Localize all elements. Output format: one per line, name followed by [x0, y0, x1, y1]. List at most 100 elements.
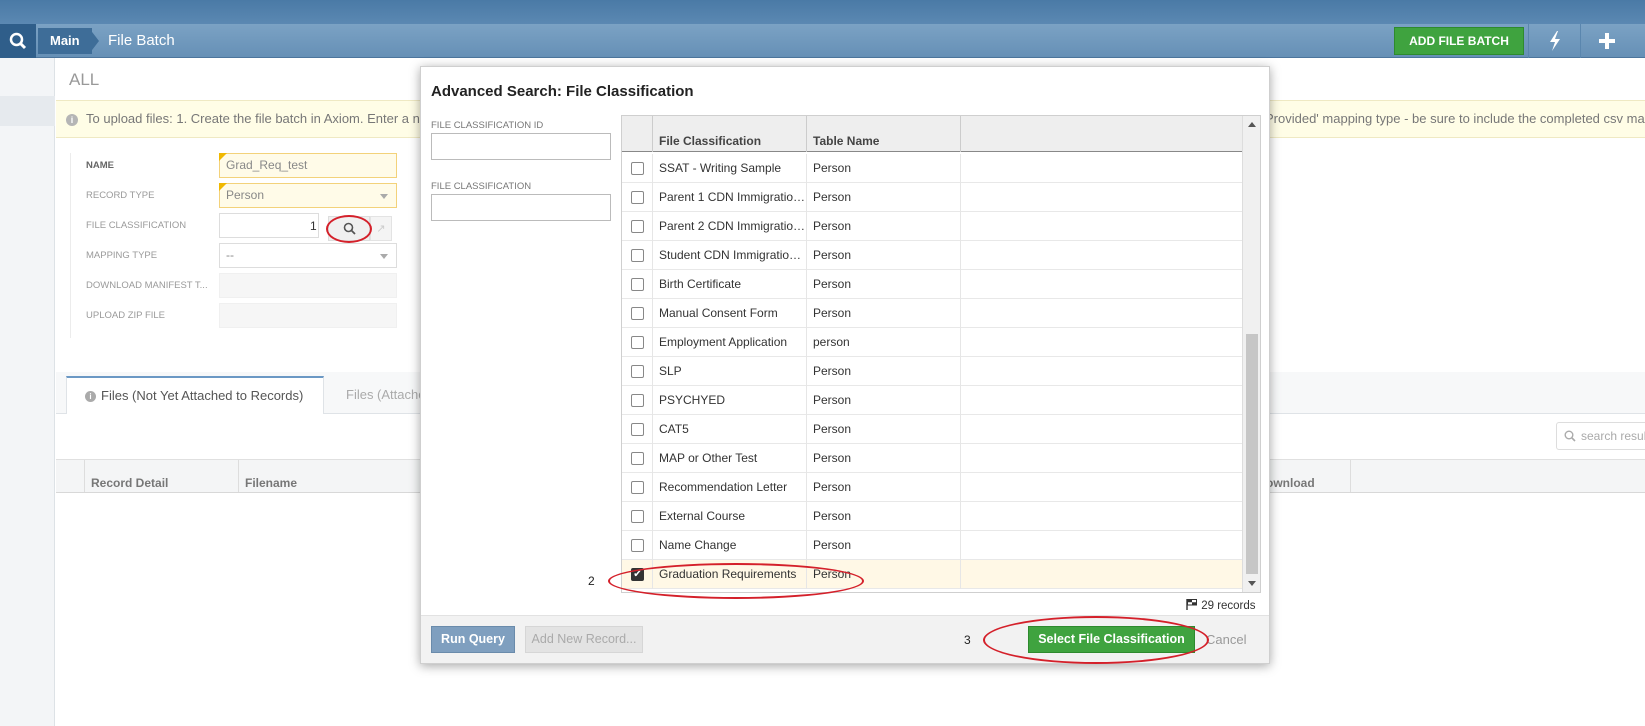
chevron-down-icon [380, 254, 388, 259]
row-checkbox-cell [622, 444, 652, 473]
row-checkbox[interactable] [631, 423, 644, 436]
result-row[interactable]: CAT5 Person [622, 415, 1242, 444]
cell-empty [960, 270, 1242, 299]
col-record-detail[interactable]: Record Detail [84, 460, 238, 492]
scroll-down-icon[interactable] [1248, 581, 1256, 586]
row-checkbox[interactable] [631, 510, 644, 523]
col-empty [960, 116, 1242, 152]
add-button[interactable] [1580, 24, 1632, 58]
row-checkbox[interactable] [631, 220, 644, 233]
result-row[interactable]: Student CDN Immigratio… Person [622, 241, 1242, 270]
cell-table-name: Person [806, 473, 960, 502]
cell-empty [960, 502, 1242, 531]
result-row[interactable]: SSAT - Writing Sample Person [622, 154, 1242, 183]
cell-empty [960, 183, 1242, 212]
breadcrumb-main[interactable]: Main [38, 28, 92, 54]
file-classification-label: FILE CLASSIFICATION [86, 220, 187, 231]
record-count: 29 records [1186, 599, 1256, 612]
file-classification-id-label: FILE CLASSIFICATION ID [431, 120, 544, 131]
mapping-type-select[interactable]: -- [219, 243, 397, 268]
annotation-circle-selected-row [608, 563, 864, 599]
result-row[interactable]: Parent 1 CDN Immigratio… Person [622, 183, 1242, 212]
results-scrollbar[interactable] [1242, 116, 1260, 592]
record-type-select[interactable]: Person [219, 183, 397, 208]
tab-files-not-attached[interactable]: i Files (Not Yet Attached to Records) [66, 376, 324, 414]
row-checkbox-cell [622, 154, 652, 183]
search-results-input[interactable]: search resul [1556, 422, 1645, 450]
record-type-row: RECORD TYPE Person [86, 183, 406, 209]
cell-file-classification: CAT5 [652, 415, 806, 444]
quick-action-button[interactable] [1528, 24, 1580, 58]
result-row[interactable]: Name Change Person [622, 531, 1242, 560]
col-table-name[interactable]: Table Name [806, 116, 960, 152]
cell-empty [960, 357, 1242, 386]
annotation-step-1: 1 [310, 219, 317, 233]
col-file-classification[interactable]: File Classification [652, 116, 806, 152]
row-checkbox-cell [622, 328, 652, 357]
run-query-button[interactable]: Run Query [431, 626, 515, 653]
search-results-placeholder: search resul [1581, 429, 1645, 443]
page-header: Main File Batch ADD FILE BATCH [0, 24, 1645, 58]
row-checkbox[interactable] [631, 539, 644, 552]
global-search-button[interactable] [0, 24, 36, 58]
result-row[interactable]: MAP or Other Test Person [622, 444, 1242, 473]
download-manifest-field [219, 273, 397, 298]
file-classification-filter-input[interactable] [431, 194, 611, 221]
tab-files-attached[interactable]: Files (Attache [346, 376, 425, 414]
col-download[interactable]: ownload [1260, 460, 1354, 492]
cell-file-classification: Recommendation Letter [652, 473, 806, 502]
cell-empty [960, 154, 1242, 183]
tab-files-not-attached-label: Files (Not Yet Attached to Records) [101, 388, 304, 403]
upload-instructions-text: To upload files: 1. Create the file batc… [86, 111, 420, 126]
results-grid: File Classification Table Name SSAT - Wr… [621, 115, 1261, 593]
name-field[interactable]: Grad_Req_test [219, 153, 397, 178]
result-row[interactable]: SLP Person [622, 357, 1242, 386]
scroll-thumb[interactable] [1246, 334, 1258, 574]
row-checkbox[interactable] [631, 336, 644, 349]
cell-file-classification: SLP [652, 357, 806, 386]
result-row[interactable]: PSYCHYED Person [622, 386, 1242, 415]
cell-file-classification: Employment Application [652, 328, 806, 357]
row-checkbox[interactable] [631, 481, 644, 494]
add-new-record-button: Add New Record... [525, 626, 643, 653]
select-column-header [622, 116, 652, 152]
cell-table-name: Person [806, 299, 960, 328]
add-file-batch-button[interactable]: ADD FILE BATCH [1394, 27, 1524, 55]
row-checkbox[interactable] [631, 249, 644, 262]
record-type-value: Person [226, 188, 265, 202]
result-row[interactable]: Parent 2 CDN Immigratio… Person [622, 212, 1242, 241]
result-row[interactable]: Manual Consent Form Person [622, 299, 1242, 328]
cell-table-name: Person [806, 531, 960, 560]
result-row[interactable]: Birth Certificate Person [622, 270, 1242, 299]
cell-file-classification: PSYCHYED [652, 386, 806, 415]
row-checkbox[interactable] [631, 452, 644, 465]
results-header: File Classification Table Name [622, 116, 1242, 152]
cell-file-classification: Student CDN Immigratio… [652, 241, 806, 270]
row-checkbox[interactable] [631, 191, 644, 204]
upload-zip-label: UPLOAD ZIP FILE [86, 310, 166, 321]
annotation-circle-select-button [983, 616, 1209, 664]
cell-table-name: Person [806, 386, 960, 415]
cell-table-name: Person [806, 357, 960, 386]
cell-file-classification: Birth Certificate [652, 270, 806, 299]
page-title: File Batch [108, 32, 175, 49]
row-checkbox[interactable] [631, 307, 644, 320]
row-checkbox[interactable] [631, 394, 644, 407]
result-row[interactable]: Recommendation Letter Person [622, 473, 1242, 502]
row-checkbox[interactable] [631, 365, 644, 378]
breadcrumb-arrow [89, 28, 99, 54]
left-gutter-selected[interactable] [0, 96, 55, 126]
result-row[interactable]: External Course Person [622, 502, 1242, 531]
scroll-up-icon[interactable] [1248, 122, 1256, 127]
open-external-icon[interactable]: ↗ [370, 216, 392, 241]
row-checkbox[interactable] [631, 278, 644, 291]
row-checkbox-cell [622, 270, 652, 299]
row-checkbox-cell [622, 415, 652, 444]
row-checkbox-cell [622, 183, 652, 212]
row-checkbox[interactable] [631, 162, 644, 175]
cancel-button[interactable]: Cancel [1206, 626, 1246, 653]
file-classification-field[interactable] [219, 213, 319, 238]
cell-empty [960, 531, 1242, 560]
file-classification-id-input[interactable] [431, 133, 611, 160]
result-row[interactable]: Employment Application person [622, 328, 1242, 357]
